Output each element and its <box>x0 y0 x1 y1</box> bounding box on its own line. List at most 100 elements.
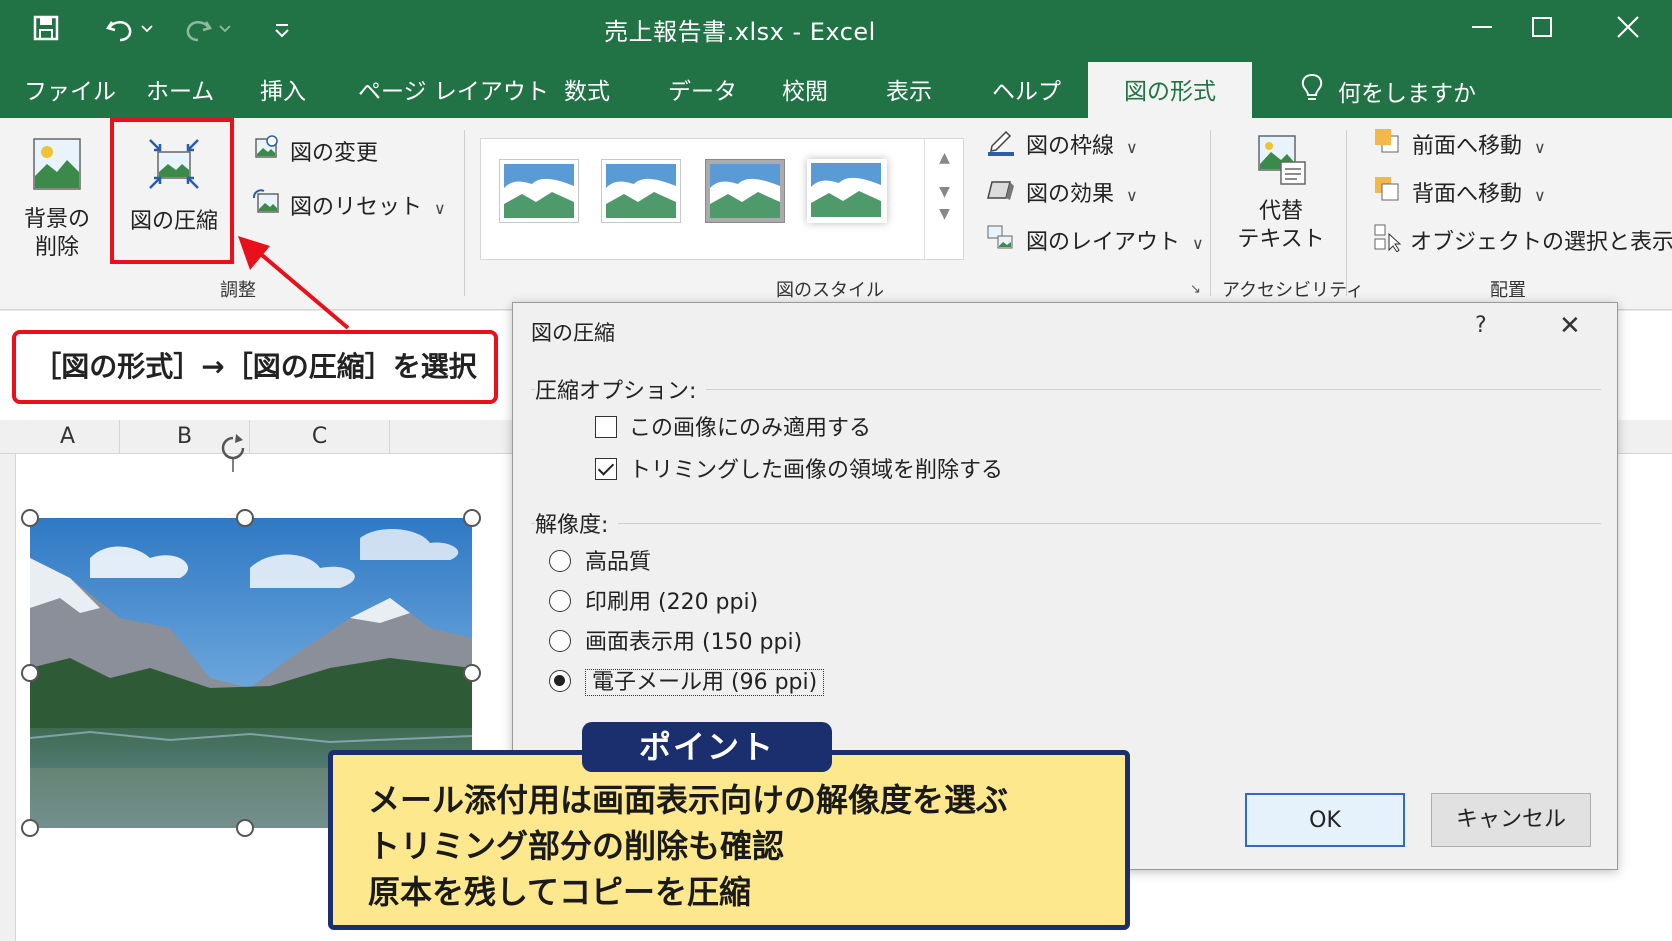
scroll-up-icon[interactable]: ▲ <box>925 150 964 166</box>
tab-home[interactable]: ホーム <box>146 72 214 112</box>
delete-cropped-label: トリミングした画像の領域を削除する <box>629 458 1004 483</box>
ribbon-tabs: ファイル ホーム 挿入 ページ レイアウト 数式 データ 校閲 表示 ヘルプ 図… <box>0 62 1672 118</box>
styles-group-label: 図のスタイル <box>776 280 884 301</box>
resize-handle[interactable] <box>21 509 39 527</box>
screen: 売上報告書.xlsx - Excel ファイル ホーム 挿入 ページ レイアウト… <box>0 0 1672 941</box>
close-icon[interactable]: ✕ <box>1559 311 1581 341</box>
apply-only-label: この画像にのみ適用する <box>629 416 872 441</box>
resize-handle[interactable] <box>21 664 39 682</box>
point-heading: ポイント <box>582 722 832 772</box>
group-separator <box>1346 130 1347 296</box>
send-backward-button[interactable]: 背面へ移動 ∨ <box>1372 174 1546 210</box>
resize-handle[interactable] <box>463 509 481 527</box>
resolution-web-radio[interactable]: 画面表示用 (150 ppi) <box>549 627 802 659</box>
chevron-down-icon: ∨ <box>1192 234 1204 253</box>
reset-picture-button[interactable]: 図のリセット ∨ <box>252 188 446 224</box>
tell-me-search[interactable]: 何をしますか <box>1300 72 1476 112</box>
picture-styles-gallery <box>480 138 964 260</box>
gallery-scroll[interactable]: ▲ ▼ ▼ <box>924 138 964 260</box>
resolution-print-radio[interactable]: 印刷用 (220 ppi) <box>549 587 758 619</box>
tab-formulas[interactable]: 数式 <box>564 72 610 112</box>
point-line-1: メール添付用は画面表示向けの解像度を選ぶ <box>368 781 1009 819</box>
picture-layout-button[interactable]: 図のレイアウト ∨ <box>986 222 1204 258</box>
callout-arrow <box>238 236 350 330</box>
change-picture-icon <box>252 134 280 174</box>
style-thumbnail[interactable] <box>499 159 579 223</box>
tab-data[interactable]: データ <box>668 72 737 112</box>
row-header-bar <box>0 454 16 941</box>
point-line-3: 原本を残してコピーを圧縮 <box>368 873 752 911</box>
scroll-down-icon[interactable]: ▼ <box>925 184 964 200</box>
style-thumbnail[interactable] <box>807 159 887 223</box>
bring-forward-button[interactable]: 前面へ移動 ∨ <box>1372 126 1546 162</box>
resize-handle[interactable] <box>236 819 254 837</box>
resolution-email-radio[interactable]: 電子メール用 (96 ppi) <box>549 667 825 699</box>
chevron-down-icon: ∨ <box>1534 186 1546 205</box>
ok-button[interactable]: OK <box>1245 793 1405 847</box>
column-header-c[interactable]: C <box>250 420 390 454</box>
chevron-down-icon: ∨ <box>1534 138 1546 157</box>
resize-handle[interactable] <box>21 819 39 837</box>
tab-review[interactable]: 校閲 <box>782 72 828 112</box>
maximize-button[interactable] <box>1512 10 1572 52</box>
picture-border-button[interactable]: 図の枠線 ∨ <box>986 126 1138 162</box>
arrange-group-label: 配置 <box>1490 280 1526 301</box>
cancel-button[interactable]: キャンセル <box>1431 793 1591 847</box>
tab-insert[interactable]: 挿入 <box>260 72 306 112</box>
close-window-button[interactable] <box>1598 10 1658 52</box>
group-separator <box>1210 130 1211 296</box>
pen-icon <box>986 126 1016 168</box>
tab-help[interactable]: ヘルプ <box>992 72 1061 112</box>
alt-text-label-1: 代替 <box>1258 199 1303 224</box>
title-bar: 売上報告書.xlsx - Excel <box>0 0 1672 62</box>
help-icon[interactable]: ? <box>1475 313 1487 338</box>
minimize-button[interactable] <box>1452 10 1512 52</box>
change-picture-button[interactable]: 図の変更 <box>252 134 378 170</box>
change-picture-label: 図の変更 <box>290 141 379 166</box>
resolution-high-fidelity-radio[interactable]: 高品質 <box>549 547 651 579</box>
alt-text-icon <box>1226 132 1336 198</box>
resize-handle[interactable] <box>463 664 481 682</box>
rotate-handle-icon[interactable] <box>216 432 250 476</box>
style-thumbnail[interactable] <box>601 159 681 223</box>
dialog-title: 図の圧縮 <box>531 321 615 345</box>
picture-effects-button[interactable]: 図の効果 ∨ <box>986 174 1138 210</box>
checkbox-box-checked[interactable] <box>595 458 617 480</box>
resize-handle[interactable] <box>236 509 254 527</box>
group-separator <box>464 130 465 296</box>
compress-options-label: 圧縮オプション: <box>535 373 707 405</box>
tab-picture-format[interactable]: 図の形式 <box>1088 62 1252 118</box>
remove-background-icon <box>20 136 94 206</box>
send-backward-label: 背面へ移動 <box>1412 182 1523 207</box>
resolution-label: 解像度: <box>535 507 619 539</box>
radio-circle-selected[interactable] <box>549 670 571 692</box>
layout-icon <box>986 222 1016 264</box>
reset-picture-label: 図のリセット <box>290 195 423 220</box>
picture-layout-label: 図のレイアウト <box>1026 230 1181 255</box>
column-header-a[interactable]: A <box>16 420 120 454</box>
select-instruction-callout: ［図の形式］→［図の圧縮］を選択 <box>12 330 498 404</box>
remove-background-label-2: 削除 <box>34 235 79 260</box>
radio-label: 画面表示用 (150 ppi) <box>585 630 803 655</box>
tell-me-label: 何をしますか <box>1338 81 1476 107</box>
remove-background-button[interactable]: 背景の 削除 <box>20 136 94 262</box>
remove-background-label-1: 背景の <box>23 207 90 232</box>
tab-view[interactable]: 表示 <box>886 72 932 112</box>
tab-file[interactable]: ファイル <box>24 72 116 112</box>
tab-page-layout[interactable]: ページ レイアウト <box>358 72 549 112</box>
delete-cropped-areas-checkbox[interactable]: トリミングした画像の領域を削除する <box>595 455 1003 487</box>
dialog-launcher-icon[interactable]: ↘ <box>1190 282 1201 297</box>
selection-pane-button[interactable]: オブジェクトの選択と表示 <box>1372 222 1672 258</box>
bring-forward-label: 前面へ移動 <box>1412 134 1523 159</box>
alt-text-button[interactable]: 代替 テキスト <box>1226 132 1336 254</box>
radio-label: 印刷用 (220 ppi) <box>585 590 759 615</box>
picture-border-label: 図の枠線 <box>1026 134 1115 159</box>
gallery-more-icon[interactable]: ▼ <box>925 206 964 222</box>
radio-circle[interactable] <box>549 630 571 652</box>
checkbox-box[interactable] <box>595 416 617 438</box>
apply-only-this-picture-checkbox[interactable]: この画像にのみ適用する <box>595 413 871 445</box>
radio-circle[interactable] <box>549 590 571 612</box>
lightbulb-icon <box>1300 72 1324 117</box>
style-thumbnail[interactable] <box>705 159 785 223</box>
radio-circle[interactable] <box>549 550 571 572</box>
